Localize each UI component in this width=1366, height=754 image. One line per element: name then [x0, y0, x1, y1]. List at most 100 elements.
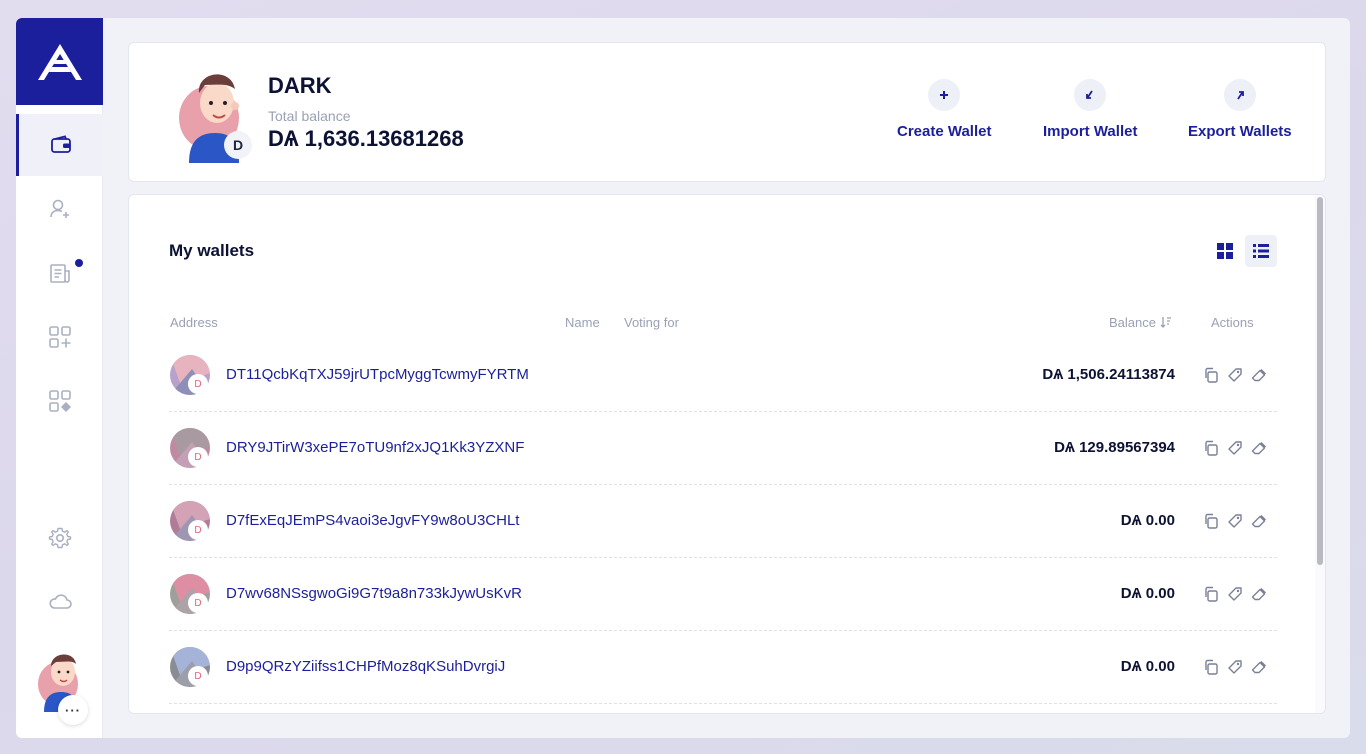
tag-icon: [1228, 587, 1242, 601]
scrollbar-thumb[interactable]: [1317, 197, 1323, 565]
remove-wallet-button[interactable]: [1251, 586, 1267, 602]
cloud-icon: [48, 594, 72, 609]
tag-icon: [1228, 514, 1242, 528]
wallet-actions: [1203, 367, 1267, 383]
profile-header: D DARK Total balance DѦ 1,636.13681268 C…: [128, 42, 1326, 182]
wallet-address[interactable]: DT11QcbKqTXJ59jrUTpcMyggTcwmyFYRTM: [226, 366, 529, 383]
sidebar-item-announcements[interactable]: [16, 242, 103, 304]
copy-icon: [1205, 367, 1218, 383]
column-header-actions: Actions: [1211, 315, 1254, 330]
wallet-address[interactable]: D9p9QRzYZiifss1CHPfMoz8qKSuhDvrgiJ: [226, 658, 505, 675]
document-icon: [49, 264, 70, 283]
sidebar-item-plugins[interactable]: [16, 306, 103, 368]
import-wallet-label: Import Wallet: [1043, 123, 1138, 140]
eraser-icon: [1251, 661, 1266, 674]
wallet-balance: DѦ 0.00: [1120, 585, 1175, 602]
wallet-network-badge: D: [188, 447, 208, 467]
wallet-address[interactable]: D7fExEqJEmPS4vaoi3eJgvFY9w8oU3CHLt: [226, 512, 519, 529]
wallets-panel: My wallets Address Name Voting for Balan…: [128, 194, 1326, 714]
copy-address-button[interactable]: [1203, 513, 1219, 529]
copy-address-button[interactable]: [1203, 440, 1219, 456]
wallet-icon: [51, 135, 71, 153]
profile-name: DARK: [268, 73, 332, 98]
app-logo[interactable]: [16, 18, 103, 105]
remove-wallet-button[interactable]: [1251, 659, 1267, 675]
wallet-network-badge: D: [188, 593, 208, 613]
sidebar-item-wallets[interactable]: [16, 114, 103, 176]
wallet-balance: DѦ 1,506.24113874: [1042, 366, 1175, 383]
export-arrow-icon: [1223, 79, 1256, 111]
rename-wallet-button[interactable]: [1227, 586, 1243, 602]
table-row[interactable]: D D9p9QRzYZiifss1CHPfMoz8qKSuhDvrgiJ DѦ 0.…: [169, 631, 1277, 704]
apps-icon: [48, 390, 71, 412]
balance-header-label: Balance: [1109, 315, 1156, 330]
column-header-name[interactable]: Name: [565, 315, 600, 330]
sidebar: ···: [16, 18, 103, 738]
wallets-title: My wallets: [169, 241, 255, 260]
column-header-address[interactable]: Address: [170, 315, 218, 330]
ark-logo-icon: [37, 43, 82, 80]
list-icon: [1253, 244, 1269, 258]
sidebar-item-network[interactable]: [16, 571, 103, 633]
rename-wallet-button[interactable]: [1227, 367, 1243, 383]
wallet-balance: DѦ 0.00: [1120, 512, 1175, 529]
wallet-address[interactable]: DRY9JTirW3xePE7oTU9nf2xJQ1Kk3YZXNF: [226, 439, 524, 456]
add-contact-icon: [49, 199, 69, 218]
wallet-network-badge: D: [188, 520, 208, 540]
wallet-address[interactable]: D7wv68NSsgwoGi9G7t9a8n733kJywUsKvR: [226, 585, 522, 602]
app-window: ··· D DARK Total balance DѦ 1,636.136812…: [16, 18, 1350, 738]
grid-view-button[interactable]: [1209, 235, 1241, 267]
rename-wallet-button[interactable]: [1227, 659, 1243, 675]
table-row[interactable]: D DRY9JTirW3xePE7oTU9nf2xJQ1Kk3YZXNF DѦ 12…: [169, 412, 1277, 485]
total-balance: DѦ 1,636.13681268: [268, 126, 464, 151]
tag-icon: [1228, 441, 1242, 455]
remove-wallet-button[interactable]: [1251, 440, 1267, 456]
rename-wallet-button[interactable]: [1227, 513, 1243, 529]
eraser-icon: [1251, 588, 1266, 601]
grid-icon: [1217, 243, 1233, 259]
copy-icon: [1205, 513, 1218, 529]
tag-icon: [1228, 660, 1242, 674]
import-wallet-button[interactable]: Import Wallet: [1043, 79, 1137, 140]
avatar-network-badge: D: [224, 131, 252, 159]
copy-icon: [1205, 659, 1218, 675]
wallet-actions: [1203, 659, 1267, 675]
table-row[interactable]: D DT11QcbKqTXJ59jrUTpcMyggTcwmyFYRTM DѦ 1,…: [169, 339, 1277, 412]
copy-address-button[interactable]: [1203, 367, 1219, 383]
copy-icon: [1205, 440, 1218, 456]
column-header-balance[interactable]: Balance: [1109, 315, 1172, 330]
list-view-button[interactable]: [1245, 235, 1277, 267]
export-wallets-label: Export Wallets: [1188, 123, 1292, 140]
sidebar-item-settings[interactable]: [16, 507, 103, 569]
wallet-network-badge: D: [188, 666, 208, 686]
tag-icon: [1228, 368, 1242, 382]
copy-address-button[interactable]: [1203, 659, 1219, 675]
total-balance-label: Total balance: [268, 108, 351, 124]
copy-address-button[interactable]: [1203, 586, 1219, 602]
import-arrow-icon: [1074, 79, 1107, 111]
column-header-voting-for[interactable]: Voting for: [624, 315, 679, 330]
remove-wallet-button[interactable]: [1251, 513, 1267, 529]
export-wallets-button[interactable]: Export Wallets: [1188, 79, 1292, 140]
more-button[interactable]: ···: [58, 695, 88, 725]
wallet-actions: [1203, 586, 1267, 602]
wallet-actions: [1203, 440, 1267, 456]
create-wallet-label: Create Wallet: [897, 123, 992, 140]
table-row[interactable]: D D7wv68NSsgwoGi9G7t9a8n733kJywUsKvR DѦ 0.…: [169, 558, 1277, 631]
gear-icon: [48, 527, 71, 549]
sort-desc-icon: [1160, 317, 1171, 328]
scrollbar[interactable]: [1315, 195, 1325, 713]
eraser-icon: [1251, 515, 1266, 528]
table-row[interactable]: D D7fExEqJEmPS4vaoi3eJgvFY9w8oU3CHLt DѦ 0.…: [169, 485, 1277, 558]
remove-wallet-button[interactable]: [1251, 367, 1267, 383]
wallet-network-badge: D: [188, 374, 208, 394]
sidebar-item-contacts[interactable]: [16, 178, 103, 240]
sidebar-item-plugin-manager[interactable]: [16, 370, 103, 432]
create-wallet-button[interactable]: Create Wallet: [897, 79, 991, 140]
wallet-balance: DѦ 129.89567394: [1054, 439, 1175, 456]
rename-wallet-button[interactable]: [1227, 440, 1243, 456]
plus-icon: [928, 79, 961, 111]
wallet-actions: [1203, 513, 1267, 529]
eraser-icon: [1251, 369, 1266, 382]
copy-icon: [1205, 586, 1218, 602]
